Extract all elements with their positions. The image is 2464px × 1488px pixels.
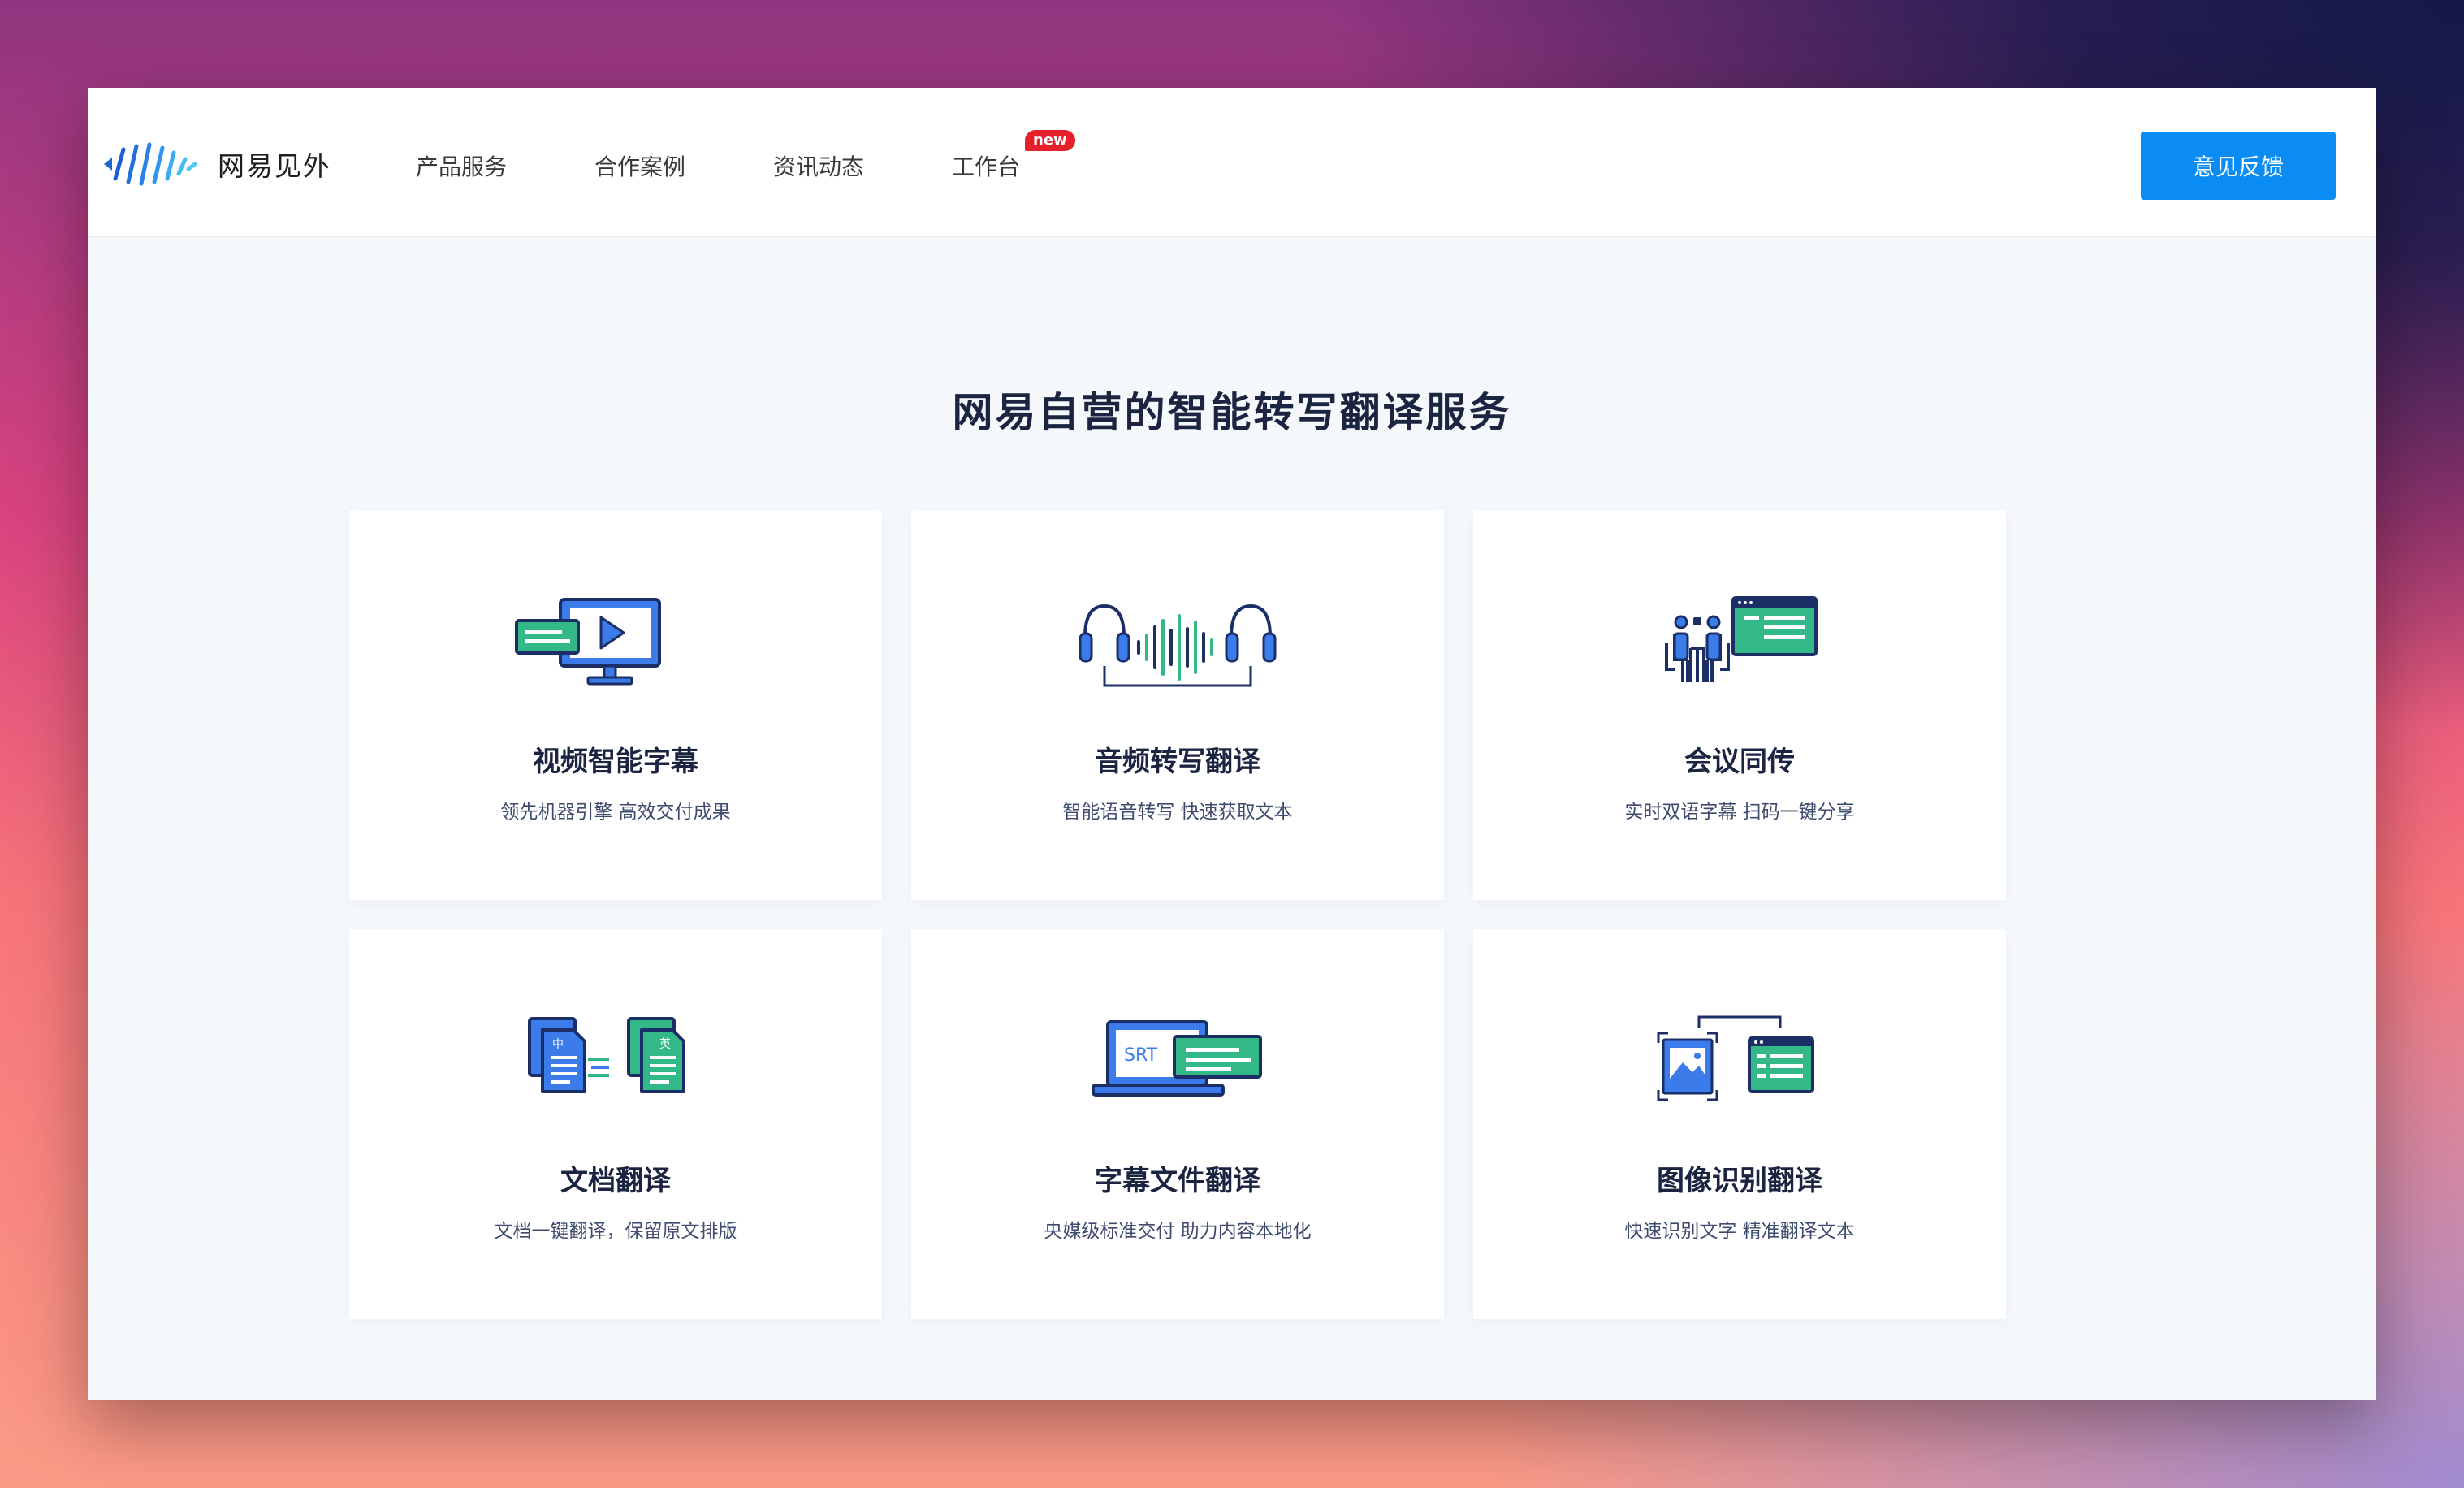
card-desc: 实时双语字幕 扫码一键分享 (1624, 802, 1855, 823)
svg-text:中: 中 (552, 1038, 564, 1051)
card-audio-transcribe[interactable]: 音频转写翻译 智能语音转写 快速获取文本 (911, 510, 1444, 900)
new-badge: new (1025, 130, 1075, 151)
svg-text:SRT: SRT (1124, 1045, 1158, 1066)
nav-cases[interactable]: 合作案例 (594, 149, 685, 182)
card-meeting[interactable]: 会议同传 实时双语字幕 扫码一键分享 (1473, 510, 2006, 900)
card-title: 会议同传 (1684, 746, 1795, 778)
svg-text:英: 英 (659, 1037, 671, 1051)
logo[interactable]: 网易见外 (101, 141, 331, 187)
card-desc: 央媒级标准交付 助力内容本地化 (1044, 1221, 1312, 1242)
feedback-button[interactable]: 意见反馈 (2141, 132, 2336, 200)
nav-product-services[interactable]: 产品服务 (416, 149, 507, 182)
card-desc: 领先机器引擎 高效交付成果 (500, 802, 731, 823)
card-image-ocr[interactable]: 图像识别翻译 快速识别文字 精准翻译文本 (1473, 929, 2006, 1319)
audio-waveform-icon (1079, 603, 1277, 687)
page-title: 网易自营的智能转写翻译服务 (952, 389, 1512, 436)
card-title: 文档翻译 (560, 1165, 671, 1197)
srt-laptop-icon: SRT (1092, 1020, 1262, 1097)
card-subtitle-file[interactable]: SRT 字幕文件翻译 央媒级标准交付 助力内容本地化 (911, 929, 1444, 1319)
card-desc: 智能语音转写 快速获取文本 (1062, 802, 1293, 823)
nav-workbench[interactable]: 工作台 (952, 149, 1020, 182)
card-title: 字幕文件翻译 (1095, 1165, 1260, 1197)
browser-page: 网易见外 产品服务 合作案例 资讯动态 工作台 new 意见反馈 网易自营的智能… (88, 88, 2376, 1400)
nav-news[interactable]: 资讯动态 (773, 149, 864, 182)
card-desc: 文档一键翻译，保留原文排版 (494, 1221, 737, 1242)
card-title: 视频智能字幕 (533, 746, 698, 778)
card-title: 图像识别翻译 (1657, 1165, 1822, 1197)
card-document[interactable]: 中 英 文档翻译 文档一键翻译，保留原文排版 (349, 929, 882, 1319)
video-subtitle-icon (515, 598, 661, 686)
document-translate-icon: 中 英 (528, 1017, 685, 1093)
top-navbar: 网易见外 产品服务 合作案例 资讯动态 工作台 new 意见反馈 (88, 88, 2376, 237)
meeting-interpretation-icon (1665, 596, 1818, 682)
card-video-subtitle[interactable]: 视频智能字幕 领先机器引擎 高效交付成果 (349, 510, 882, 900)
card-desc: 快速识别文字 精准翻译文本 (1624, 1221, 1855, 1242)
logo-text: 网易见外 (218, 150, 331, 182)
logo-waves-icon (104, 142, 197, 186)
image-ocr-icon (1657, 1015, 1814, 1101)
card-title: 音频转写翻译 (1095, 746, 1260, 778)
